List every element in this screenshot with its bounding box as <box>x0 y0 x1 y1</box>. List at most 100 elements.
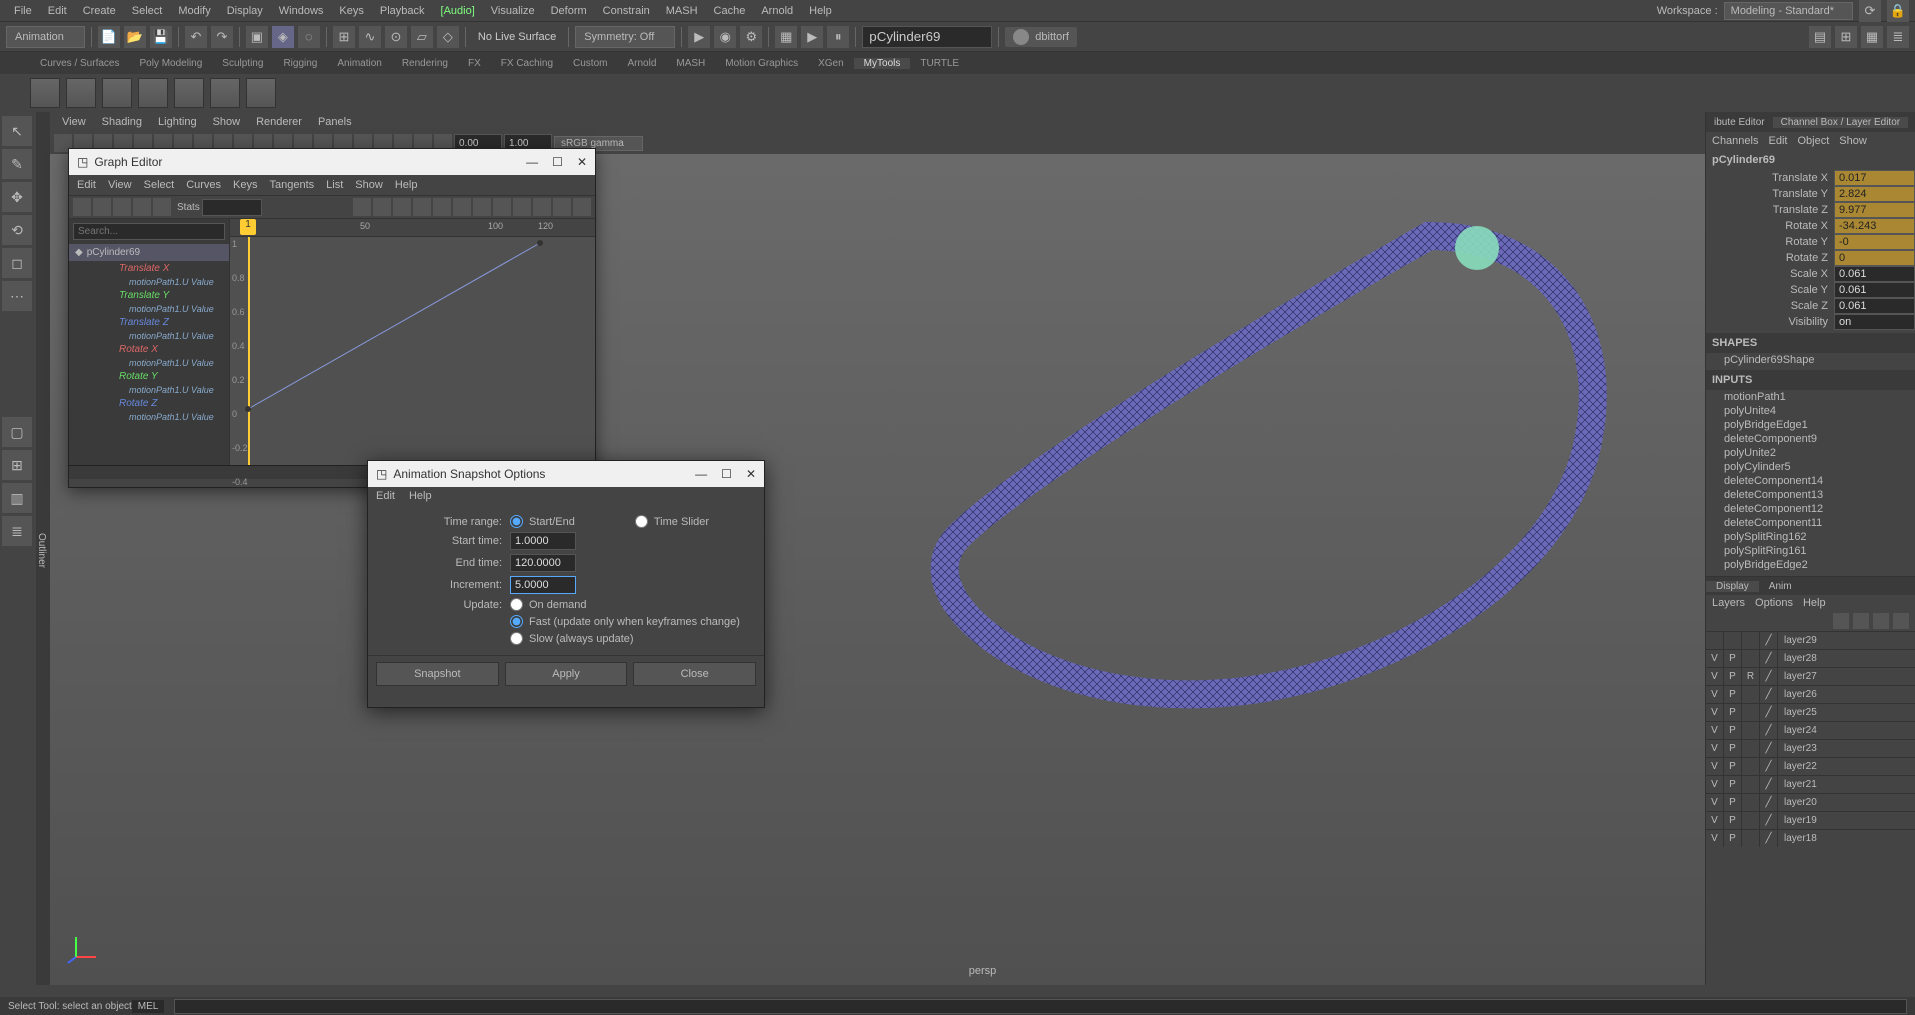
layer-ref-icon[interactable] <box>1742 830 1760 848</box>
ge-icon[interactable] <box>353 198 371 216</box>
layer-ref-icon[interactable]: R <box>1742 668 1760 686</box>
layer-row[interactable]: VP╱layer18 <box>1706 829 1915 847</box>
vp-menu-show[interactable]: Show <box>205 116 249 128</box>
ge-icon[interactable] <box>93 198 111 216</box>
ipr-icon[interactable]: ◉ <box>714 26 736 48</box>
ge-channel[interactable]: motionPath1.U Value <box>69 384 229 396</box>
shelf-tab-motion-graphics[interactable]: Motion Graphics <box>715 58 808 69</box>
shelf-tab-arnold[interactable]: Arnold <box>617 58 666 69</box>
symmetry-dropdown[interactable]: Symmetry: Off <box>575 26 675 48</box>
select-tool-icon[interactable]: ↖ <box>2 116 32 146</box>
ge-icon[interactable] <box>73 198 91 216</box>
ge-menu-edit[interactable]: Edit <box>77 179 96 191</box>
layer-playback-icon[interactable]: P <box>1724 686 1742 704</box>
menu-help[interactable]: Help <box>801 5 840 17</box>
menu-select[interactable]: Select <box>124 5 171 17</box>
shelf-icon[interactable] <box>102 78 132 108</box>
ge-menu-list[interactable]: List <box>326 179 343 191</box>
ge-menu-curves[interactable]: Curves <box>186 179 221 191</box>
menu-display[interactable]: Display <box>219 5 271 17</box>
shelf-tab-turtle[interactable]: TURTLE <box>910 58 969 69</box>
ge-stats-field[interactable] <box>202 199 262 216</box>
ge-channel[interactable]: Translate Y <box>69 288 229 303</box>
fast-radio[interactable] <box>510 615 523 628</box>
new-scene-icon[interactable]: 📄 <box>98 26 120 48</box>
close-button[interactable]: Close <box>633 662 756 686</box>
vp-menu-view[interactable]: View <box>54 116 94 128</box>
layer-down-icon[interactable] <box>1853 613 1869 629</box>
layer-row[interactable]: VP╱layer24 <box>1706 721 1915 739</box>
layer-playback-icon[interactable]: P <box>1724 830 1742 848</box>
menu-deform[interactable]: Deform <box>543 5 595 17</box>
snap-grid-icon[interactable]: ⊞ <box>333 26 355 48</box>
startend-radio[interactable] <box>510 515 523 528</box>
lasso-tool-icon[interactable]: ✎ <box>2 149 32 179</box>
input-item[interactable]: deleteComponent12 <box>1706 502 1915 516</box>
ge-channel[interactable]: Rotate X <box>69 342 229 357</box>
input-item[interactable]: polyUnite2 <box>1706 446 1915 460</box>
pause-icon[interactable]: ⏸ <box>827 26 849 48</box>
outliner-tab[interactable]: Outliner <box>36 112 50 985</box>
shelf-tab-rendering[interactable]: Rendering <box>392 58 458 69</box>
ge-channel[interactable]: motionPath1.U Value <box>69 303 229 315</box>
end-time-field[interactable] <box>510 554 576 572</box>
attr-value[interactable]: -0 <box>1834 234 1915 250</box>
shelf-tab-rigging[interactable]: Rigging <box>273 58 327 69</box>
layer-vis-icon[interactable]: V <box>1706 704 1724 722</box>
menu-audio[interactable]: [Audio] <box>433 5 483 17</box>
shelf-icon[interactable] <box>174 78 204 108</box>
layer-ref-icon[interactable] <box>1742 704 1760 722</box>
toolkit-icon[interactable]: ⊞ <box>1835 26 1857 48</box>
layer-add-sel-icon[interactable] <box>1893 613 1909 629</box>
layer-row[interactable]: VP╱layer19 <box>1706 811 1915 829</box>
layer-playback-icon[interactable]: P <box>1724 740 1742 758</box>
vp-menu-renderer[interactable]: Renderer <box>248 116 310 128</box>
input-item[interactable]: deleteComponent11 <box>1706 516 1915 530</box>
layer-vis-icon[interactable]: V <box>1706 686 1724 704</box>
save-scene-icon[interactable]: 💾 <box>150 26 172 48</box>
menu-arnold[interactable]: Arnold <box>753 5 801 17</box>
layer-ref-icon[interactable] <box>1742 794 1760 812</box>
layer-vis-icon[interactable]: V <box>1706 794 1724 812</box>
layer-ref-icon[interactable] <box>1742 740 1760 758</box>
layer-color-icon[interactable]: ╱ <box>1760 632 1778 650</box>
ge-icon[interactable] <box>113 198 131 216</box>
menu-edit[interactable]: Edit <box>40 5 75 17</box>
attr-value[interactable]: -34.243 <box>1834 218 1915 234</box>
shelf-tab-custom[interactable]: Custom <box>563 58 617 69</box>
shelf-tab-animation[interactable]: Animation <box>327 58 391 69</box>
layer-add-icon[interactable] <box>1873 613 1889 629</box>
undo-icon[interactable]: ↶ <box>185 26 207 48</box>
menu-file[interactable]: File <box>6 5 40 17</box>
layer-playback-icon[interactable]: P <box>1724 704 1742 722</box>
layer-row[interactable]: VP╱layer28 <box>1706 649 1915 667</box>
cb-node[interactable]: pCylinder69 <box>1706 150 1915 170</box>
lasso-icon[interactable]: ◌ <box>298 26 320 48</box>
timeslider-radio[interactable] <box>635 515 648 528</box>
input-item[interactable]: deleteComponent9 <box>1706 432 1915 446</box>
ge-icon[interactable] <box>513 198 531 216</box>
layer-row[interactable]: VP╱layer26 <box>1706 685 1915 703</box>
ge-menu-help[interactable]: Help <box>395 179 418 191</box>
ge-node[interactable]: ◆ pCylinder69 <box>69 244 229 261</box>
input-item[interactable]: deleteComponent13 <box>1706 488 1915 502</box>
layer-row[interactable]: VP╱layer20 <box>1706 793 1915 811</box>
component-mode-icon[interactable]: ◈ <box>272 26 294 48</box>
shelf-icon[interactable] <box>66 78 96 108</box>
layer-row[interactable]: VPR╱layer27 <box>1706 667 1915 685</box>
input-item[interactable]: polySplitRing162 <box>1706 530 1915 544</box>
layer-playback-icon[interactable]: P <box>1724 776 1742 794</box>
attr-value[interactable]: 0.061 <box>1834 298 1915 314</box>
ge-menu-view[interactable]: View <box>108 179 132 191</box>
selection-name-field[interactable] <box>862 26 992 48</box>
ge-channel[interactable]: Translate X <box>69 261 229 276</box>
attr-editor-tab[interactable]: ibute Editor <box>1706 117 1773 128</box>
minimize-icon[interactable]: — <box>526 155 538 169</box>
ge-search-input[interactable] <box>73 223 225 240</box>
input-item[interactable]: polyCylinder5 <box>1706 460 1915 474</box>
layer-menu-options[interactable]: Options <box>1755 597 1793 609</box>
layer-ref-icon[interactable] <box>1742 650 1760 668</box>
scale-tool-icon[interactable]: ◻ <box>2 248 32 278</box>
ge-graph-area[interactable]: 1 50 100 120 1 0.8 0.6 0.4 0.2 0 -0.2 -0… <box>229 219 595 465</box>
ge-icon[interactable] <box>493 198 511 216</box>
